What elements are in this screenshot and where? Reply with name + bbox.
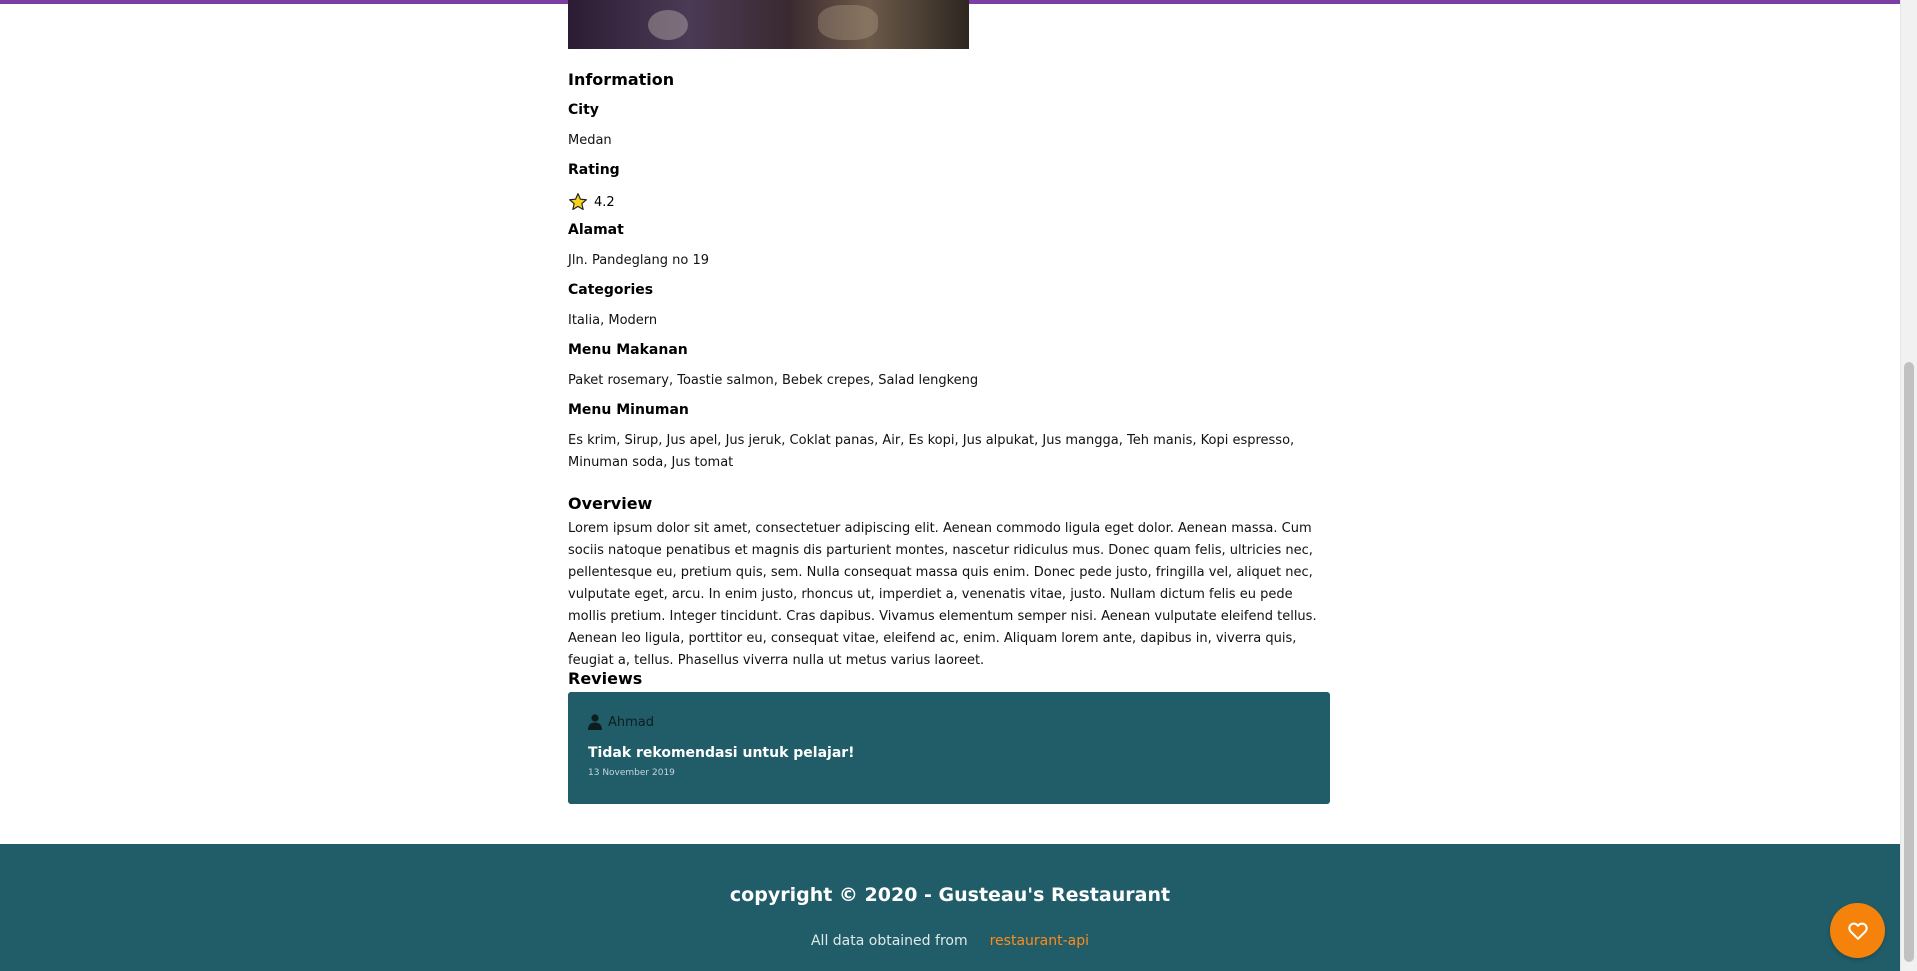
address-label: Alamat bbox=[568, 222, 624, 238]
scrollbar-thumb[interactable] bbox=[1904, 362, 1914, 962]
address-value: Jln. Pandeglang no 19 bbox=[568, 253, 709, 268]
rating-label: Rating bbox=[568, 162, 620, 178]
star-icon bbox=[569, 193, 587, 211]
favorite-button[interactable] bbox=[1830, 903, 1885, 958]
city-label: City bbox=[568, 102, 599, 118]
footer-source: All data obtained from restaurant-api bbox=[0, 933, 1900, 949]
review-card: Ahmad Tidak rekomendasi untuk pelajar! 1… bbox=[568, 692, 1330, 804]
categories-label: Categories bbox=[568, 282, 654, 298]
reviewer: Ahmad bbox=[588, 714, 654, 730]
footer-copyright: copyright © 2020 - Gusteau's Restaurant bbox=[729, 884, 1171, 906]
drinks-label: Menu Minuman bbox=[568, 402, 689, 418]
rating-value: 4.2 bbox=[594, 194, 615, 210]
foods-value: Paket rosemary, Toastie salmon, Bebek cr… bbox=[568, 373, 979, 388]
drinks-value: Es krim, Sirup, Jus apel, Jus jeruk, Cok… bbox=[568, 433, 1295, 470]
heart-icon bbox=[1847, 922, 1868, 940]
overview-text: Lorem ipsum dolor sit amet, consectetuer… bbox=[568, 521, 1317, 668]
information-title: Information bbox=[568, 70, 675, 89]
review-text: Tidak rekomendasi untuk pelajar! bbox=[588, 745, 855, 761]
footer-source-text: All data obtained from bbox=[810, 933, 968, 949]
footer: copyright © 2020 - Gusteau's Restaurant … bbox=[0, 844, 1900, 971]
rating-row: 4.2 bbox=[568, 192, 615, 212]
scrollbar[interactable] bbox=[1900, 0, 1917, 971]
city-value: Medan bbox=[568, 133, 612, 148]
review-date: 13 November 2019 bbox=[588, 768, 675, 778]
categories-value: Italia, Modern bbox=[568, 313, 658, 328]
restaurant-image bbox=[568, 0, 969, 49]
restaurant-api-link[interactable]: restaurant-api bbox=[990, 933, 1089, 949]
foods-label: Menu Makanan bbox=[568, 342, 688, 358]
overview-title: Overview bbox=[568, 494, 653, 513]
reviews-title: Reviews bbox=[568, 669, 643, 688]
reviewer-name: Ahmad bbox=[608, 714, 655, 730]
user-icon bbox=[588, 714, 602, 730]
